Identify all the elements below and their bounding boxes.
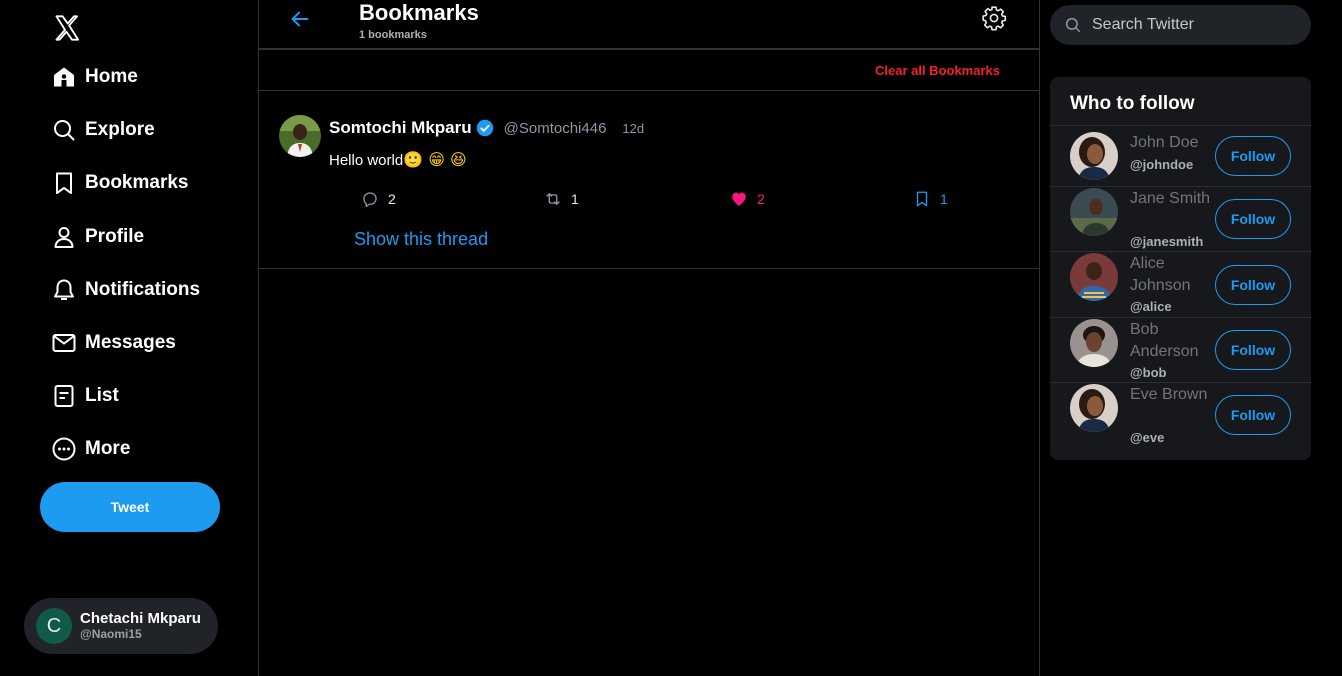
nav-home-label: Home [85,66,138,87]
avatar[interactable] [1070,253,1118,301]
avatar[interactable] [279,115,321,157]
who-to-follow-panel: Who to follow John Doe @johndoe Follow J… [1050,77,1311,460]
show-thread-link[interactable]: Show this thread [354,229,488,250]
bookmark-button[interactable]: 1 [913,190,948,208]
tweet-author-name[interactable]: Somtochi Mkparu [329,118,472,138]
account-switcher[interactable]: C Chetachi Mkparu @Naomi15 [24,598,218,654]
like-button[interactable]: 2 [730,190,765,208]
retweet-button[interactable]: 1 [544,190,579,208]
follow-button[interactable]: Follow [1215,136,1291,176]
nav-bookmarks[interactable]: Bookmarks [52,168,189,198]
tweet-text: Hello world🙂 😁 😆 [329,150,467,169]
page-title: Bookmarks [359,0,479,25]
nav-more-label: More [85,438,131,459]
like-count: 2 [757,191,765,207]
search-input[interactable] [1092,16,1292,34]
follow-suggestion[interactable]: Jane Smith @janesmith Follow [1050,186,1311,251]
retweet-icon [546,193,560,205]
account-name: Chetachi Mkparu [80,610,201,628]
x-logo-icon[interactable] [53,14,81,42]
follow-suggestion[interactable]: Alice Johnson @alice Follow [1050,251,1311,317]
person-icon [54,227,74,248]
tweet-emoji: 🙂 😁 😆 [403,150,467,169]
bookmark-count: 1 bookmarks [359,29,427,41]
follow-button[interactable]: Follow [1215,199,1291,239]
suggestion-handle[interactable]: @johndoe [1130,157,1193,172]
back-arrow-icon[interactable] [289,8,311,30]
clear-row: Clear all Bookmarks [259,50,1039,91]
suggestion-handle[interactable]: @janesmith [1130,234,1203,249]
follow-suggestion[interactable]: Eve Brown @eve Follow [1050,382,1311,448]
home-icon [54,67,74,87]
reply-count: 2 [388,191,396,207]
reply-button[interactable]: 2 [361,190,396,208]
avatar[interactable] [1070,132,1118,180]
retweet-count: 1 [571,191,579,207]
follow-button[interactable]: Follow [1215,265,1291,305]
tweet-author-handle[interactable]: @Somtochi446 [504,120,607,137]
nav-explore-label: Explore [85,119,155,140]
verified-badge-icon [476,119,493,137]
clear-all-bookmarks-button[interactable]: Clear all Bookmarks [875,63,1000,78]
nav-profile-label: Profile [85,226,145,247]
suggestion-name[interactable]: Jane Smith [1130,188,1220,210]
list-icon [54,385,74,407]
suggestion-name[interactable]: Alice Johnson [1130,253,1220,297]
search-icon [1065,17,1081,33]
heart-icon [732,192,746,206]
nav-explore[interactable]: Explore [52,115,155,145]
nav-list[interactable]: List [52,381,119,411]
tweet-card[interactable]: Somtochi Mkparu @Somtochi446 12d Hello w… [259,91,1039,269]
follow-suggestion[interactable]: Bob Anderson @bob Follow [1050,317,1311,382]
suggestion-handle[interactable]: @alice [1130,299,1172,314]
suggestion-name[interactable]: Eve Brown [1130,384,1220,406]
avatar[interactable] [1070,384,1118,432]
follow-button[interactable]: Follow [1215,395,1291,435]
bookmark-count-action: 1 [940,191,948,207]
suggestion-handle[interactable]: @eve [1130,430,1164,445]
nav-list-label: List [85,385,119,406]
nav-profile[interactable]: Profile [52,222,144,252]
bell-icon [54,279,74,300]
gear-icon[interactable] [981,5,1007,31]
follow-suggestion[interactable]: John Doe @johndoe Follow [1050,125,1311,186]
follow-button[interactable]: Follow [1215,330,1291,370]
nav-bookmarks-label: Bookmarks [85,172,189,193]
nav-messages-label: Messages [85,332,176,353]
reply-icon [363,192,377,208]
nav-messages[interactable]: Messages [52,328,176,358]
envelope-icon [52,334,76,352]
avatar[interactable] [1070,188,1118,236]
main-column: Bookmarks 1 bookmarks Clear all Bookmark… [258,0,1040,676]
suggestion-name[interactable]: Bob Anderson [1130,319,1220,363]
suggestion-handle[interactable]: @bob [1130,365,1167,380]
suggestion-name[interactable]: John Doe [1130,132,1220,154]
page-header: Bookmarks 1 bookmarks [259,0,1039,50]
left-sidebar: Home Explore Bookmarks Profile Notificat… [0,0,258,676]
account-handle: @Naomi15 [80,626,142,641]
tweet-timestamp[interactable]: 12d [622,121,644,136]
nav-home[interactable]: Home [52,62,138,92]
nav-more[interactable]: More [52,434,130,464]
tweet-button[interactable]: Tweet [40,482,220,532]
who-to-follow-title: Who to follow [1070,93,1195,114]
nav-notifications-label: Notifications [85,279,201,300]
bookmark-icon [56,172,72,194]
search-bar[interactable] [1050,5,1311,45]
more-circle-icon [52,437,76,461]
nav-notifications[interactable]: Notifications [52,275,200,305]
search-icon [54,120,75,141]
bookmark-icon [916,191,928,207]
avatar: C [36,608,72,644]
avatar[interactable] [1070,319,1118,367]
tweet-text-body: Hello world [329,152,404,169]
